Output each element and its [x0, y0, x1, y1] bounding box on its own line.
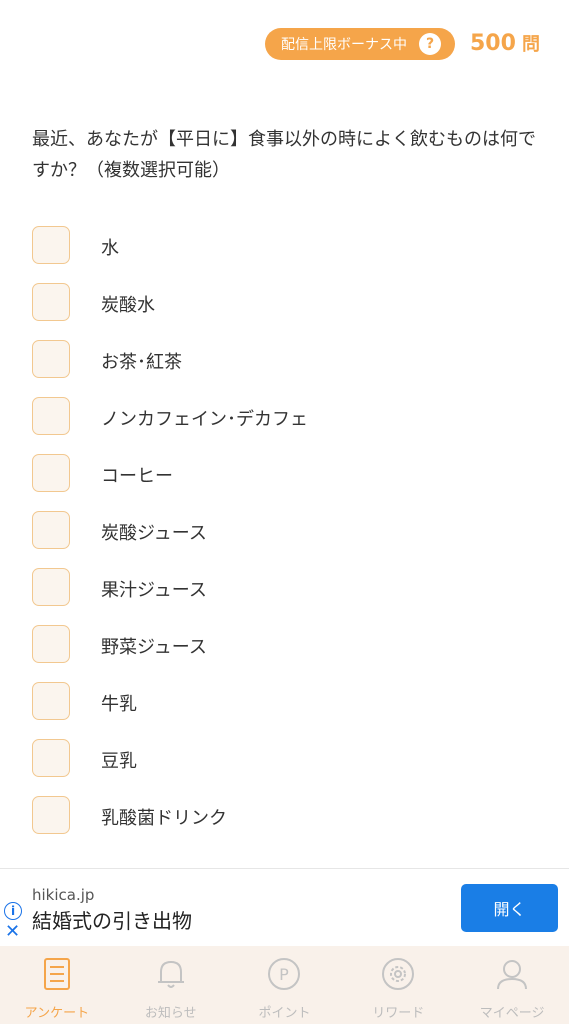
option-item[interactable]: 牛乳 [0, 682, 569, 739]
question-count-number: 500 [470, 31, 516, 56]
top-bar: 配信上限ボーナス中 ? 500 問 [0, 26, 569, 62]
question-text: 最近、あなたが【平日に】食事以外の時によく飲むものは何ですか？（複数選択可能） [32, 129, 536, 181]
option-item[interactable]: 乳酸菌ドリンク [0, 796, 569, 853]
option-item[interactable]: 水 [0, 226, 569, 283]
nav-item-notifications[interactable]: お知らせ [114, 946, 228, 1024]
option-label[interactable]: 炭酸ジュース [101, 519, 207, 545]
option-item[interactable]: 炭酸水 [0, 283, 569, 340]
nav-label: マイページ [479, 1006, 545, 1021]
nav-label: リワード [372, 1006, 425, 1021]
option-label[interactable]: 野菜ジュース [101, 633, 207, 659]
option-item[interactable]: 豆乳 [0, 739, 569, 796]
checkbox[interactable] [32, 796, 70, 834]
point-icon: P [268, 958, 301, 990]
ad-banner[interactable]: i ✕ hikica.jp 結婚式の引き出物 開く [0, 868, 569, 946]
help-icon[interactable]: ? [419, 33, 441, 55]
user-icon [497, 960, 528, 990]
nav-label: アンケート [24, 1006, 90, 1021]
option-label[interactable]: コーヒー [101, 462, 173, 488]
checkbox[interactable] [32, 568, 70, 606]
checkbox[interactable] [32, 454, 70, 492]
checkbox[interactable] [32, 397, 70, 435]
ad-open-button[interactable]: 開く [461, 884, 558, 932]
nav-label: ポイント [258, 1006, 311, 1021]
option-item[interactable]: 果汁ジュース [0, 568, 569, 625]
checkbox[interactable] [32, 283, 70, 321]
option-item[interactable]: 野菜ジュース [0, 625, 569, 682]
checkbox[interactable] [32, 625, 70, 663]
option-item[interactable]: ノンカフェイン･デカフェ [0, 397, 569, 454]
option-label[interactable]: ノンカフェイン･デカフェ [101, 405, 308, 431]
nav-item-rewards[interactable]: リワード [341, 946, 455, 1024]
option-label[interactable]: 豆乳 [101, 747, 137, 773]
option-label[interactable]: 炭酸水 [101, 291, 155, 317]
checkbox[interactable] [32, 682, 70, 720]
checkbox[interactable] [32, 226, 70, 264]
option-list: 水 炭酸水 お茶･紅茶 ノンカフェイン･デカフェ コーヒー 炭酸ジュース 果汁ジ… [0, 226, 569, 853]
bonus-label: 配信上限ボーナス中 [281, 37, 407, 53]
option-label[interactable]: お茶･紅茶 [101, 348, 182, 374]
checkbox[interactable] [32, 511, 70, 549]
gear-icon [382, 958, 415, 990]
option-item[interactable]: お茶･紅茶 [0, 340, 569, 397]
nav-item-points[interactable]: P ポイント [228, 946, 342, 1024]
nav-item-survey[interactable]: アンケート [0, 946, 114, 1024]
checkbox[interactable] [32, 340, 70, 378]
option-item[interactable]: 炭酸ジュース [0, 511, 569, 568]
bell-icon [157, 960, 184, 988]
option-label[interactable]: 乳酸菌ドリンク [101, 804, 227, 830]
survey-icon [43, 958, 70, 990]
question-count-unit: 問 [521, 34, 540, 55]
bottom-nav: アンケート お知らせ P ポイント リワード マイページ [0, 946, 569, 1024]
ad-title[interactable]: 結婚式の引き出物 [32, 905, 192, 934]
option-item[interactable]: コーヒー [0, 454, 569, 511]
svg-text:P: P [280, 965, 290, 984]
option-label[interactable]: 水 [101, 234, 119, 260]
info-icon[interactable]: i [4, 902, 22, 920]
question-count: 500 問 [470, 30, 540, 56]
nav-label: お知らせ [144, 1006, 197, 1021]
close-icon[interactable]: ✕ [5, 923, 20, 941]
ad-domain: hikica.jp [32, 886, 95, 904]
checkbox[interactable] [32, 739, 70, 777]
nav-item-mypage[interactable]: マイページ [455, 946, 569, 1024]
option-label[interactable]: 果汁ジュース [101, 576, 207, 602]
option-label[interactable]: 牛乳 [101, 690, 137, 716]
bonus-badge[interactable]: 配信上限ボーナス中 ? [265, 28, 455, 60]
